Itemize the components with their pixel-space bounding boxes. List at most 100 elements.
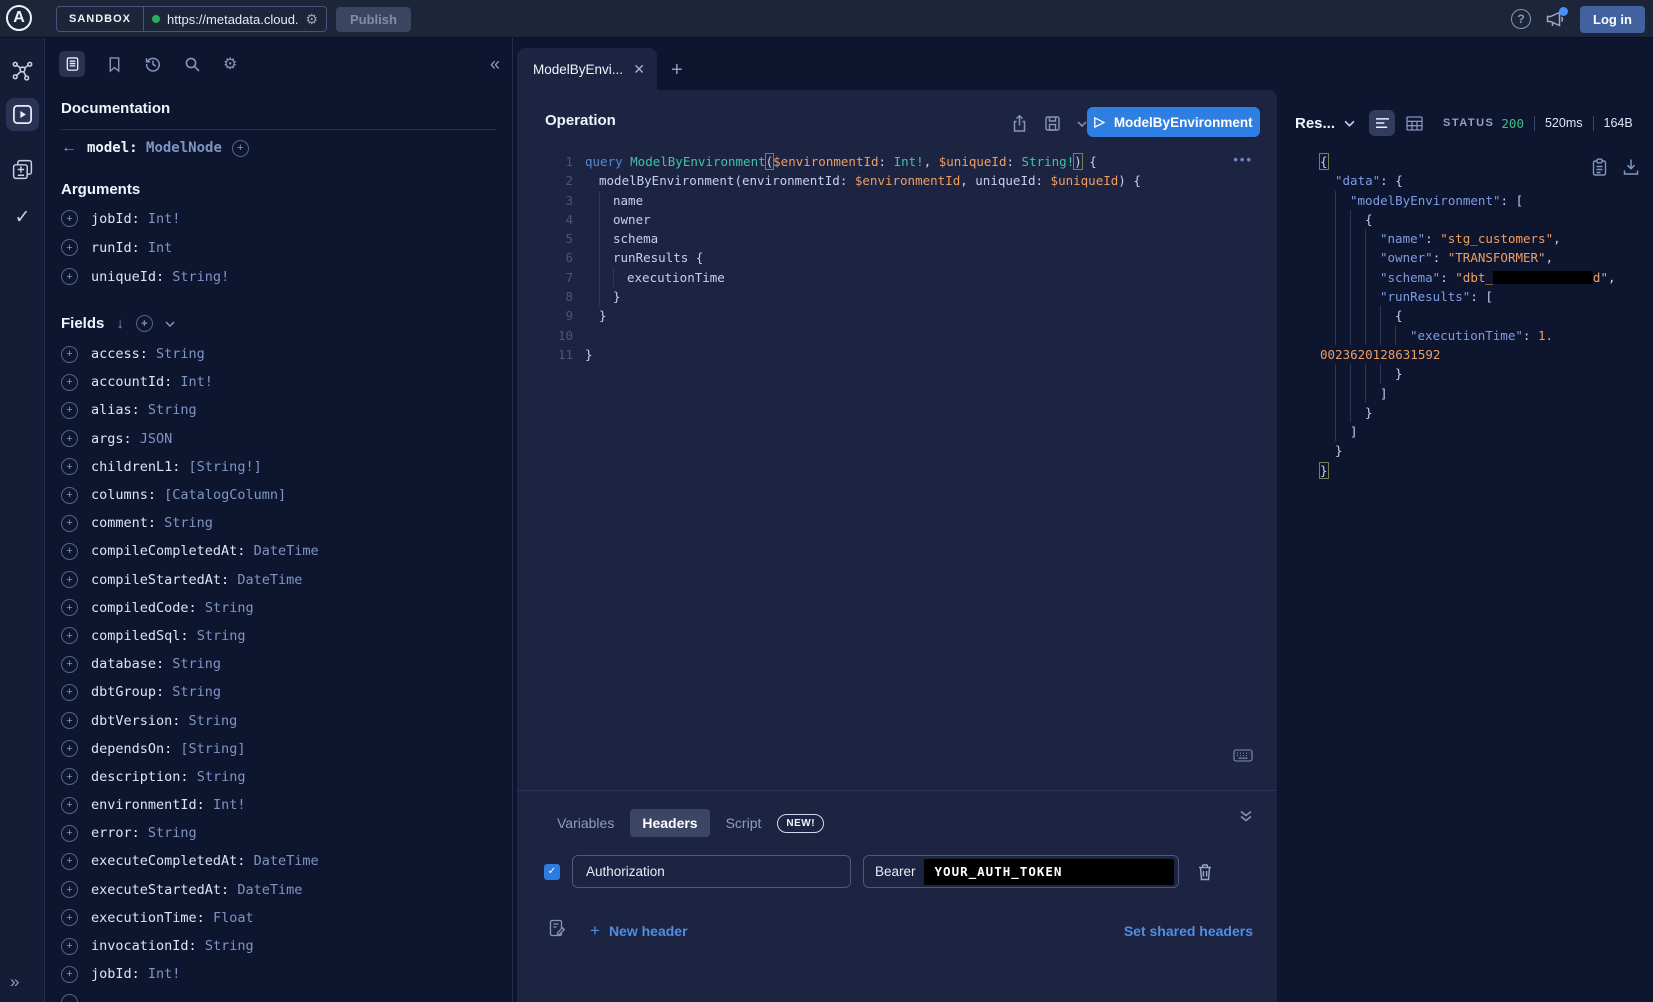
add-field-icon[interactable]: +: [61, 966, 78, 983]
login-button[interactable]: Log in: [1580, 6, 1645, 33]
field-name[interactable]: executeCompletedAt:: [91, 853, 245, 869]
add-field-icon[interactable]: +: [61, 909, 78, 926]
field-name[interactable]: childrenL1:: [91, 459, 180, 475]
add-field-icon[interactable]: +: [61, 627, 78, 644]
field-name[interactable]: alias:: [91, 402, 140, 418]
field-type[interactable]: String: [189, 713, 238, 729]
add-argument-icon[interactable]: +: [61, 268, 78, 285]
set-shared-headers-link[interactable]: Set shared headers: [1124, 923, 1253, 939]
add-field-icon[interactable]: +: [61, 346, 78, 363]
field-type[interactable]: DateTime: [237, 572, 302, 588]
field-name[interactable]: executionTime:: [91, 910, 205, 926]
field-type[interactable]: String: [148, 402, 197, 418]
field-name[interactable]: description:: [91, 769, 189, 785]
argument-name[interactable]: uniqueId:: [91, 269, 164, 285]
tab-headers[interactable]: Headers: [630, 809, 709, 837]
field-type[interactable]: Int!: [213, 797, 246, 813]
add-field-icon[interactable]: +: [61, 684, 78, 701]
add-field-icon[interactable]: +: [61, 712, 78, 729]
collapse-panel-icon[interactable]: «: [490, 54, 498, 75]
preflight-script-icon[interactable]: [549, 919, 566, 942]
argument-type[interactable]: Int!: [148, 211, 181, 227]
header-key-input[interactable]: [572, 855, 851, 888]
field-type[interactable]: Int!: [148, 966, 181, 982]
field-name[interactable]: compiledSql:: [91, 628, 189, 644]
field-name[interactable]: accountId:: [91, 374, 172, 390]
field-type[interactable]: String: [205, 600, 254, 616]
header-value-field[interactable]: Bearer YOUR_AUTH_TOKEN: [863, 855, 1179, 888]
field-type[interactable]: String: [197, 769, 246, 785]
save-options-chevron-icon[interactable]: [1077, 121, 1087, 127]
field-name[interactable]: environmentId:: [91, 797, 205, 813]
field-name[interactable]: dbtVersion:: [91, 713, 180, 729]
add-field-icon[interactable]: +: [232, 140, 249, 157]
field-type[interactable]: String: [197, 628, 246, 644]
operation-tab[interactable]: ModelByEnvi... ✕: [517, 48, 657, 90]
back-arrow-icon[interactable]: ←: [61, 139, 77, 157]
keyboard-shortcuts-icon[interactable]: [1233, 749, 1253, 762]
argument-name[interactable]: jobId:: [91, 211, 140, 227]
delete-header-icon[interactable]: [1197, 863, 1213, 881]
help-icon[interactable]: ?: [1511, 9, 1531, 29]
field-type[interactable]: [String!]: [189, 459, 262, 475]
expand-rail-icon[interactable]: »: [10, 972, 17, 992]
field-name[interactable]: invocationId:: [91, 938, 197, 954]
endpoint-settings-gear-icon[interactable]: ⚙: [305, 11, 318, 28]
field-name[interactable]: compileCompletedAt:: [91, 543, 245, 559]
documentation-tab-active[interactable]: [59, 51, 85, 77]
add-field-icon[interactable]: +: [61, 825, 78, 842]
breadcrumb-type[interactable]: ModelNode: [146, 140, 222, 156]
graphql-code-editor[interactable]: 1query ModelByEnvironment($environmentId…: [517, 152, 1277, 364]
field-type[interactable]: DateTime: [237, 882, 302, 898]
tab-script[interactable]: Script: [726, 815, 762, 831]
endpoint-url[interactable]: https://metadata.cloud.get: [167, 12, 298, 27]
add-field-icon[interactable]: +: [61, 599, 78, 616]
field-type[interactable]: [CatalogColumn]: [164, 487, 286, 503]
collapse-bottom-panel-icon[interactable]: [1239, 809, 1253, 823]
field-name[interactable]: columns:: [91, 487, 156, 503]
field-name[interactable]: compileStartedAt:: [91, 572, 229, 588]
tab-variables[interactable]: Variables: [557, 815, 614, 831]
new-header-button[interactable]: + New header: [590, 921, 688, 941]
add-field-icon[interactable]: +: [61, 487, 78, 504]
field-type[interactable]: Int!: [180, 374, 213, 390]
endpoint-url-field[interactable]: https://metadata.cloud.get ⚙: [144, 11, 326, 28]
table-view-toggle[interactable]: [1401, 110, 1427, 136]
explorer-settings-gear-icon[interactable]: ⚙: [223, 54, 237, 74]
field-type[interactable]: [String]: [180, 741, 245, 757]
field-type[interactable]: String: [156, 346, 205, 362]
add-field-icon[interactable]: +: [61, 853, 78, 870]
response-dropdown-chevron-icon[interactable]: [1344, 120, 1355, 127]
run-operation-button[interactable]: ▷ ModelByEnvironment: [1087, 107, 1260, 137]
add-field-icon[interactable]: +: [61, 797, 78, 814]
field-name[interactable]: dbtGroup:: [91, 684, 164, 700]
add-argument-icon[interactable]: +: [61, 210, 78, 227]
field-name[interactable]: comment:: [91, 515, 156, 531]
field-type[interactable]: DateTime: [254, 853, 319, 869]
schema-graph-icon[interactable]: [0, 58, 45, 83]
argument-name[interactable]: runId:: [91, 240, 140, 256]
field-type[interactable]: String: [148, 825, 197, 841]
field-name[interactable]: compiledCode:: [91, 600, 197, 616]
field-name[interactable]: dependsOn:: [91, 741, 172, 757]
response-json[interactable]: {"data": {"modelByEnvironment": [{"name"…: [1320, 152, 1653, 480]
argument-type[interactable]: String!: [172, 269, 229, 285]
field-type[interactable]: DateTime: [254, 543, 319, 559]
raw-view-toggle[interactable]: [1369, 110, 1395, 136]
new-tab-icon[interactable]: +: [671, 60, 683, 80]
header-enabled-checkbox[interactable]: ✓: [544, 864, 560, 880]
chevron-down-icon[interactable]: [165, 321, 175, 327]
sort-fields-icon[interactable]: ↓: [116, 315, 124, 332]
add-field-icon[interactable]: +: [61, 374, 78, 391]
add-field-icon[interactable]: +: [61, 768, 78, 785]
add-all-fields-icon[interactable]: +: [136, 315, 153, 332]
share-icon[interactable]: [1011, 114, 1028, 133]
history-icon[interactable]: [144, 55, 162, 73]
add-argument-icon[interactable]: +: [61, 239, 78, 256]
auth-token-redacted[interactable]: YOUR_AUTH_TOKEN: [924, 859, 1174, 885]
field-type[interactable]: String: [172, 684, 221, 700]
add-field-icon[interactable]: +: [61, 571, 78, 588]
field-type[interactable]: String: [205, 938, 254, 954]
publish-button[interactable]: Publish: [336, 7, 411, 32]
field-name[interactable]: executeStartedAt:: [91, 882, 229, 898]
